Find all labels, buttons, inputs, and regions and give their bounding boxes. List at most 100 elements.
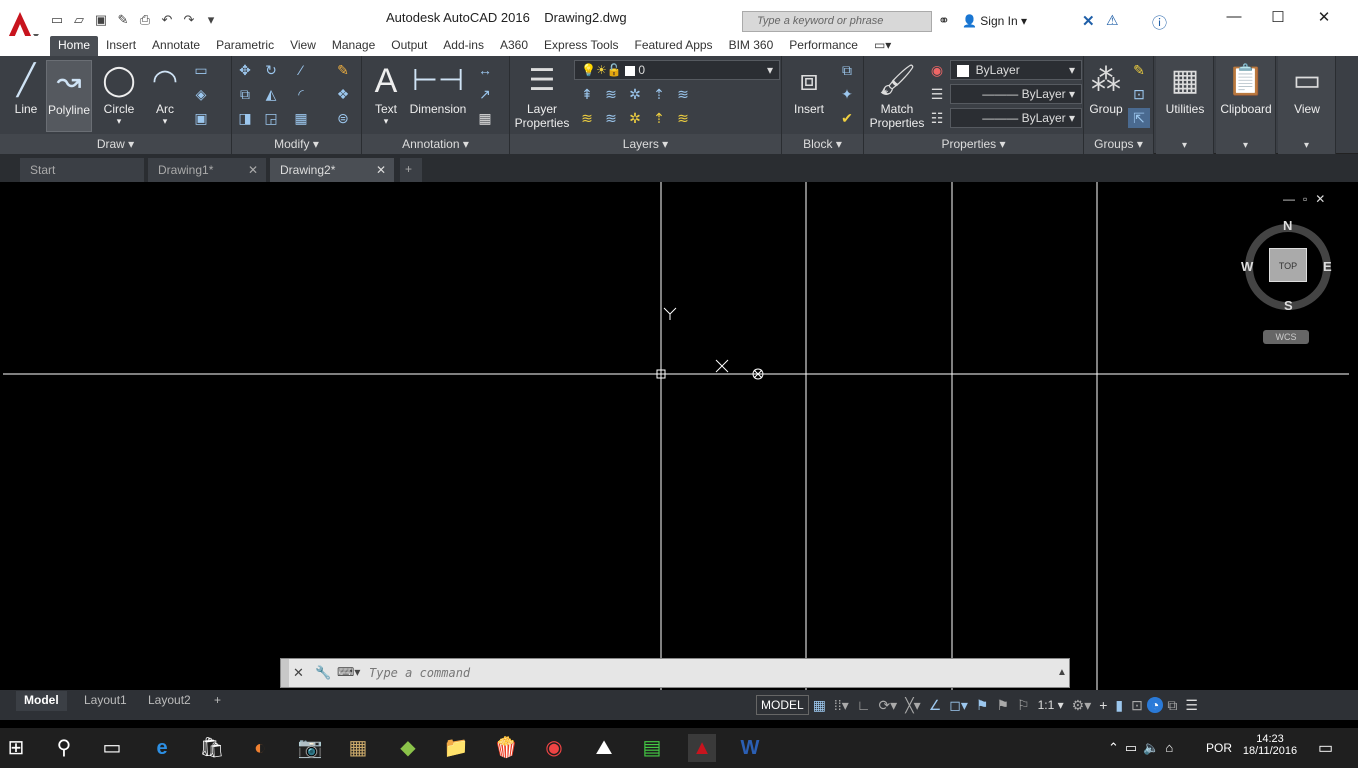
tab-home[interactable]: Home	[50, 36, 99, 56]
system-tray-icons[interactable]: ⌃▭🔈⌂	[1108, 740, 1179, 756]
object-snap-icon[interactable]: ◻▾	[945, 697, 972, 714]
mirror-icon[interactable]: ◭	[260, 84, 282, 104]
properties-panel-title-bar[interactable]: Properties ▾	[864, 134, 1083, 154]
create-block-icon[interactable]: ⧉	[836, 60, 858, 80]
stretch-icon[interactable]: ◨	[234, 108, 256, 128]
dimension-button[interactable]: ⊢⊣ Dimension	[408, 60, 468, 116]
grid-icon[interactable]: ▦	[809, 697, 830, 714]
tab-parametric[interactable]: Parametric	[208, 36, 282, 56]
scale-dropdown[interactable]: 1:1 ▾	[1034, 698, 1068, 712]
add-layout-button[interactable]: +	[206, 691, 229, 711]
linear-dim-icon[interactable]: ↔	[474, 60, 496, 80]
photos-icon[interactable]: ⛰	[590, 734, 618, 762]
sign-in-button[interactable]: 👤 Sign In ▾	[962, 14, 1027, 28]
annotation-monitor-icon[interactable]: +	[1095, 697, 1111, 713]
tab-model[interactable]: Model	[16, 691, 67, 711]
minimize-button[interactable]: —	[1214, 8, 1254, 28]
search-icon[interactable]: ⚲	[50, 734, 78, 762]
compass-north[interactable]: N	[1283, 218, 1292, 233]
file-explorer-icon[interactable]: 📁	[442, 734, 470, 762]
lineweight-dropdown[interactable]: ——— ByLayer ▾	[950, 108, 1082, 128]
layer-properties-button[interactable]: ☰ Layer Properties	[514, 60, 570, 130]
bluestacks-icon[interactable]: ◆	[394, 734, 422, 762]
popcorn-icon[interactable]: 🍿	[492, 734, 520, 762]
layer-tool-9-icon[interactable]: ⇡	[648, 108, 670, 128]
command-prompt-icon[interactable]: ⌨▾	[337, 665, 360, 679]
tab-bim360[interactable]: BIM 360	[721, 36, 782, 56]
ribbon-options-icon[interactable]: ▭▾	[866, 36, 899, 56]
line-button[interactable]: ╱ Line	[6, 60, 46, 116]
compass-west[interactable]: W	[1241, 259, 1253, 274]
erase-icon[interactable]: ✎	[332, 60, 354, 80]
offset-icon[interactable]: ⊜	[332, 108, 354, 128]
close-command-line-icon[interactable]: ✕	[293, 665, 304, 681]
ortho-icon[interactable]: ∟	[853, 697, 875, 713]
tab-featured-apps[interactable]: Featured Apps	[627, 36, 721, 56]
tab-express-tools[interactable]: Express Tools	[536, 36, 626, 56]
layer-tool-4-icon[interactable]: ⇡	[648, 84, 670, 104]
ungroup-icon[interactable]: ✎	[1128, 60, 1150, 80]
maximize-button[interactable]: ☐	[1258, 8, 1298, 28]
customize-menu-icon[interactable]: ☰	[1181, 697, 1202, 714]
tab-a360[interactable]: A360	[492, 36, 536, 56]
maps-icon[interactable]: ▦	[344, 734, 372, 762]
compass-south[interactable]: S	[1284, 298, 1293, 313]
layer-tool-6-icon[interactable]: ≋	[576, 108, 598, 128]
rectangle-icon[interactable]: ▭	[190, 60, 212, 80]
command-line-grip[interactable]	[281, 659, 289, 687]
layer-tool-8-icon[interactable]: ✲	[624, 108, 646, 128]
word-icon[interactable]: W	[736, 734, 764, 762]
polyline-button[interactable]: ↝ Polyline	[46, 60, 92, 132]
layer-tool-7-icon[interactable]: ≋	[600, 108, 622, 128]
array-icon[interactable]: ▦	[290, 108, 312, 128]
layer-tool-1-icon[interactable]: ⇞	[576, 84, 598, 104]
rotate-icon[interactable]: ↻	[260, 60, 282, 80]
quick-properties-icon[interactable]: ⊡	[1127, 697, 1147, 714]
scale-icon[interactable]: ◲	[260, 108, 282, 128]
customize-wrench-icon[interactable]: 🔧	[315, 665, 331, 681]
new-tab-button[interactable]: +	[400, 158, 422, 182]
block-attribute-icon[interactable]: ✔	[836, 108, 858, 128]
groups-panel-title-bar[interactable]: Groups ▾	[1084, 134, 1153, 154]
linetype-dropdown[interactable]: ——— ByLayer ▾	[950, 84, 1082, 104]
tab-view[interactable]: View	[282, 36, 324, 56]
close-button[interactable]: ✕	[1304, 8, 1344, 28]
customize-qat-icon[interactable]: ▾	[202, 12, 220, 28]
region-icon[interactable]: ▣	[190, 108, 212, 128]
match-properties-button[interactable]: 🖌 Match Properties	[868, 60, 926, 130]
wcs-menu[interactable]: WCS	[1263, 330, 1309, 344]
explode-icon[interactable]: ❖	[332, 84, 354, 104]
copy-icon[interactable]: ⧉	[234, 84, 256, 104]
command-input[interactable]: Type a command	[369, 666, 470, 680]
compass-east[interactable]: E	[1323, 259, 1332, 274]
units-icon[interactable]: ▮	[1111, 697, 1127, 714]
viewcube-top-face[interactable]: TOP	[1269, 248, 1307, 282]
task-view-icon[interactable]: ▭	[98, 734, 126, 762]
text-button[interactable]: A Text ▾	[366, 60, 406, 127]
help-icon[interactable]: ⓘ	[1152, 12, 1167, 33]
clean-screen-icon[interactable]: ⧉	[1163, 697, 1181, 714]
object-snap-tracking-icon[interactable]: ∠	[925, 697, 946, 714]
redo-icon[interactable]: ↷	[180, 12, 198, 28]
group-selection-icon[interactable]: ⇱	[1128, 108, 1150, 128]
tab-performance[interactable]: Performance	[781, 36, 866, 56]
color-dropdown[interactable]: ByLayer ▾	[950, 60, 1082, 80]
tab-insert[interactable]: Insert	[98, 36, 144, 56]
color-wheel-icon[interactable]: ◉	[926, 60, 948, 80]
model-space-button[interactable]: MODEL	[756, 695, 809, 715]
tab-drawing1[interactable]: Drawing1* ✕	[148, 158, 266, 182]
plot-icon[interactable]: ⎙	[136, 12, 154, 28]
edge-icon[interactable]: e	[148, 734, 176, 762]
clipboard-panel[interactable]: 📋 Clipboard ▾	[1216, 56, 1276, 154]
notifications-icon[interactable]: ▭	[1318, 738, 1333, 758]
spreadsheet-icon[interactable]: ▤	[638, 734, 666, 762]
layer-dropdown[interactable]: 💡☀🔓 0 ▾	[574, 60, 780, 80]
tab-annotate[interactable]: Annotate	[144, 36, 208, 56]
linetype-icon[interactable]: ☷	[926, 108, 948, 128]
layer-tool-3-icon[interactable]: ✲	[624, 84, 646, 104]
a360-icon[interactable]: ⚠	[1106, 12, 1119, 29]
draw-panel-title-bar[interactable]: Draw ▾	[0, 134, 231, 154]
tab-output[interactable]: Output	[383, 36, 435, 56]
edit-block-icon[interactable]: ✦	[836, 84, 858, 104]
fillet-icon[interactable]: ◜	[290, 84, 312, 104]
